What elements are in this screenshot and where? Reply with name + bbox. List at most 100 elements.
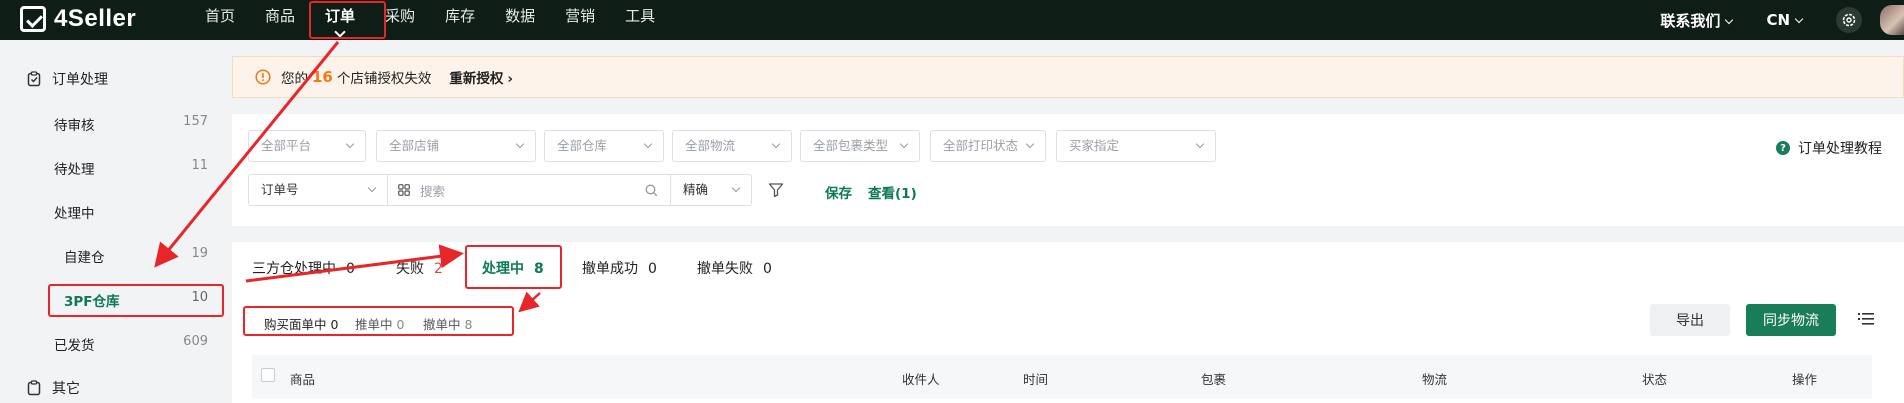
match-mode-select[interactable]: 精确 [670, 174, 752, 206]
sidebar-item-3pf-warehouse[interactable]: 3PF仓库 10 [64, 290, 208, 310]
print-status-select[interactable]: 全部打印状态 [930, 130, 1046, 162]
column-header-product: 商品 [290, 372, 316, 387]
logistics-select[interactable]: 全部物流 [672, 130, 792, 162]
export-button[interactable]: 导出 [1650, 304, 1730, 336]
subtab-count: 0 [330, 317, 339, 332]
chevron-down-icon [731, 183, 741, 193]
top-navigation-bar: 4Seller 首页 商品 订单 采购 库存 数据 营销 工具 联系我们 CN [0, 0, 1904, 40]
clipboard-icon [27, 71, 41, 87]
chevron-down-icon [367, 183, 377, 193]
sidebar-item-label: 已发货 [54, 338, 95, 354]
package-type-select-value: 全部包裹类型 [813, 138, 889, 153]
contact-us-menu[interactable]: 联系我们 [1660, 10, 1734, 31]
print-status-select-value: 全部打印状态 [943, 138, 1019, 153]
order-field-select[interactable]: 订单号 [248, 174, 388, 206]
grid-icon [398, 184, 410, 196]
nav-item-home[interactable]: 首页 [190, 0, 250, 40]
sidebar-item-label: 自建仓 [64, 250, 105, 266]
sidebar-item-processing[interactable]: 处理中 [54, 202, 208, 222]
view-saved-filters-button[interactable]: 查看(1) [868, 182, 917, 202]
column-settings-icon[interactable] [1858, 312, 1874, 326]
sidebar-item-label: 3PF仓库 [64, 294, 120, 310]
language-menu[interactable]: CN [1766, 11, 1804, 29]
store-select-value: 全部店铺 [389, 138, 440, 153]
auth-expired-alert: 您的 16 个店铺授权失效 重新授权 [232, 56, 1904, 98]
select-all-checkbox[interactable] [261, 368, 275, 382]
sync-logistics-button[interactable]: 同步物流 [1746, 304, 1836, 336]
package-type-select[interactable]: 全部包裹类型 [800, 130, 920, 162]
sidebar-item-to-process[interactable]: 待处理 11 [54, 158, 208, 178]
column-header-time: 时间 [1023, 372, 1049, 387]
brand-logo[interactable]: 4Seller [20, 4, 136, 34]
sidebar-group-orders-label: 订单处理 [52, 72, 108, 88]
chevron-down-icon [643, 139, 653, 149]
sidebar-item-label: 处理中 [54, 206, 95, 222]
save-filter-button[interactable]: 保存 [825, 182, 852, 202]
column-header-recipient: 收件人 [902, 372, 940, 387]
subtab-pushing[interactable]: 推单中 0 [355, 314, 404, 333]
tab-count: 2 [434, 261, 443, 277]
search-input[interactable]: 搜索 [388, 174, 670, 206]
table-header [252, 355, 1872, 399]
sidebar-item-count: 19 [191, 246, 208, 261]
buyer-spec-select[interactable]: 买家指定 [1056, 130, 1216, 162]
tab-count: 0 [346, 261, 355, 277]
subtab-count: 0 [396, 317, 405, 332]
tab-failed[interactable]: 失败 2 [396, 258, 443, 278]
sidebar-item-count: 609 [183, 334, 208, 349]
gear-icon [1842, 13, 1856, 27]
user-avatar[interactable] [1880, 5, 1904, 35]
order-tutorial-link[interactable]: ? 订单处理教程 [1776, 138, 1882, 158]
nav-item-purchase[interactable]: 采购 [370, 0, 430, 40]
sidebar-group-other[interactable]: 其它 [26, 378, 80, 398]
nav-item-products[interactable]: 商品 [250, 0, 310, 40]
filter-icon[interactable] [768, 182, 784, 198]
tab-3pl-processing[interactable]: 三方仓处理中 0 [252, 258, 355, 278]
help-icon: ? [1776, 141, 1790, 155]
sidebar-group-other-label: 其它 [52, 381, 80, 397]
tab-label: 失败 [396, 261, 424, 277]
top-right-controls: 联系我们 CN [1660, 0, 1904, 40]
tab-count: 0 [763, 261, 772, 277]
subtab-cancelling[interactable]: 撤单中 8 [423, 314, 472, 333]
column-header-status: 状态 [1642, 372, 1668, 387]
logistics-select-value: 全部物流 [685, 138, 736, 153]
sidebar-item-count: 10 [191, 290, 208, 305]
nav-item-data[interactable]: 数据 [490, 0, 550, 40]
alert-store-count: 16 [312, 68, 333, 86]
reauthorize-link[interactable]: 重新授权 [449, 67, 513, 87]
tab-count: 8 [534, 261, 544, 277]
nav-item-tools[interactable]: 工具 [610, 0, 670, 40]
main-nav: 首页 商品 订单 采购 库存 数据 营销 工具 [190, 0, 670, 40]
chevron-down-icon [771, 139, 781, 149]
chevron-down-icon [899, 139, 909, 149]
column-header-package: 包裹 [1201, 372, 1227, 387]
language-label: CN [1766, 11, 1790, 29]
sidebar-item-shipped[interactable]: 已发货 609 [54, 334, 208, 354]
subtab-count: 8 [464, 317, 473, 332]
nav-item-marketing[interactable]: 营销 [550, 0, 610, 40]
order-field-select-value: 订单号 [261, 182, 299, 197]
store-select[interactable]: 全部店铺 [376, 130, 536, 162]
alert-suffix: 个店铺授权失效 [336, 71, 432, 87]
tab-cancel-success[interactable]: 撤单成功 0 [582, 258, 657, 278]
tab-processing[interactable]: 处理中 8 [482, 258, 544, 278]
tab-count: 0 [648, 261, 657, 277]
warehouse-select[interactable]: 全部仓库 [544, 130, 664, 162]
order-tutorial-label: 订单处理教程 [1798, 141, 1882, 157]
sidebar-group-orders[interactable]: 订单处理 [26, 69, 108, 89]
search-placeholder: 搜索 [420, 183, 446, 199]
sidebar-item-pending-review[interactable]: 待审核 157 [54, 114, 208, 134]
sidebar-item-count: 157 [183, 114, 208, 129]
nav-item-orders[interactable]: 订单 [310, 0, 370, 40]
sidebar-item-own-warehouse[interactable]: 自建仓 19 [64, 246, 208, 266]
tab-cancel-failed[interactable]: 撤单失败 0 [697, 258, 772, 278]
nav-item-inventory[interactable]: 库存 [430, 0, 490, 40]
search-icon[interactable] [645, 184, 658, 197]
logo-icon [20, 6, 46, 32]
subtab-buying-label[interactable]: 购买面单中 0 [264, 314, 338, 333]
platform-select[interactable]: 全部平台 [248, 130, 366, 162]
settings-button[interactable] [1836, 7, 1862, 33]
chevron-down-icon [1025, 139, 1035, 149]
chevron-down-icon [345, 139, 355, 149]
